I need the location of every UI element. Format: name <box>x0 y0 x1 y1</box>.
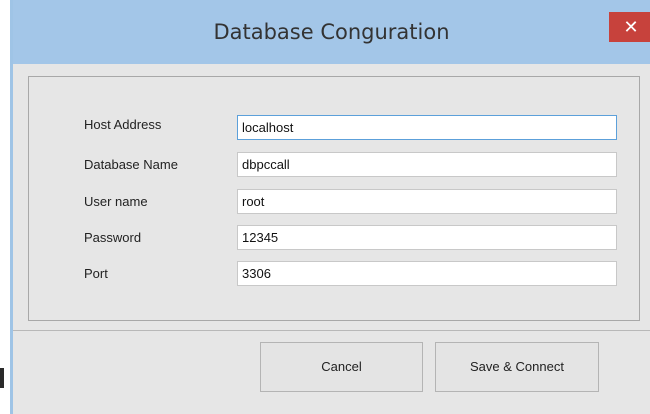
close-icon: ✕ <box>623 17 639 37</box>
button-divider <box>13 330 650 331</box>
port-label: Port <box>84 266 108 281</box>
user-name-label: User name <box>84 194 148 209</box>
cancel-button[interactable]: Cancel <box>260 342 423 392</box>
background-edge <box>0 368 4 388</box>
title-bar[interactable]: Database Conguration ✕ <box>13 0 650 64</box>
close-button[interactable]: ✕ <box>609 12 650 42</box>
save-connect-button[interactable]: Save & Connect <box>435 342 599 392</box>
database-name-label: Database Name <box>84 157 178 172</box>
dialog-window: Database Conguration ✕ Host Address Data… <box>10 0 650 414</box>
window-title: Database Conguration <box>213 20 450 44</box>
database-name-input[interactable] <box>237 152 617 177</box>
port-input[interactable] <box>237 261 617 286</box>
password-label: Password <box>84 230 142 245</box>
password-input[interactable] <box>237 225 617 250</box>
user-name-input[interactable] <box>237 189 617 214</box>
connection-settings-panel: Host Address Database Name User name Pas… <box>28 76 640 321</box>
dialog-body: Host Address Database Name User name Pas… <box>13 64 650 414</box>
host-address-input[interactable] <box>237 115 617 140</box>
host-address-label: Host Address <box>84 117 162 132</box>
